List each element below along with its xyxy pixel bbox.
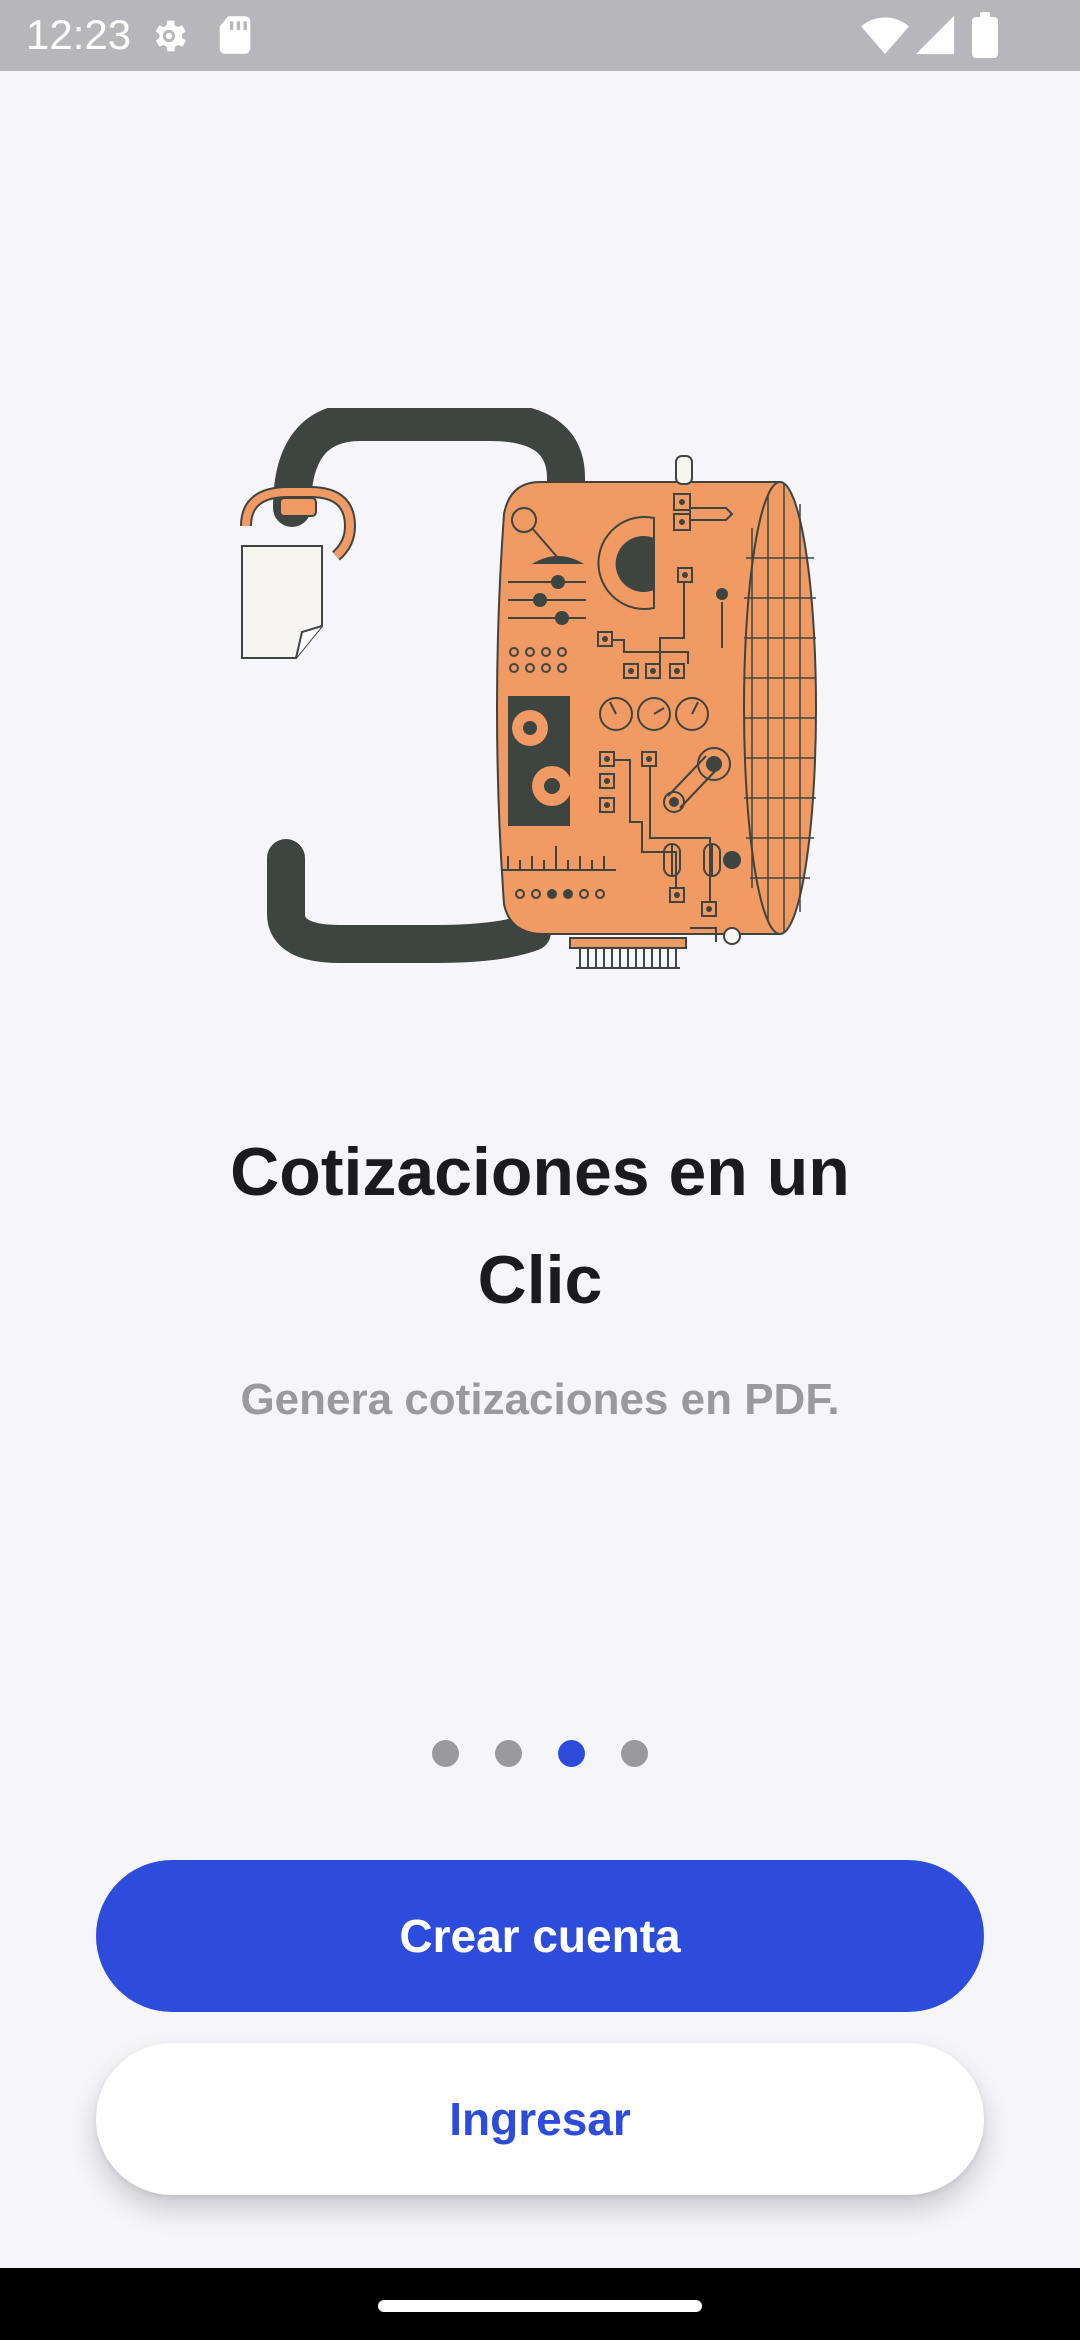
battery-icon — [972, 12, 998, 58]
page-dot[interactable] — [621, 1740, 648, 1767]
onboarding-subtitle: Genera cotizaciones en PDF. — [240, 1375, 840, 1424]
status-time: 12:23 — [26, 11, 132, 58]
page-dot[interactable] — [495, 1740, 522, 1767]
gear-icon — [155, 20, 186, 52]
status-bar: 12:23 — [0, 0, 1080, 71]
onboarding-title: Cotizaciones en un Clic — [230, 1134, 850, 1318]
page-dot-active[interactable] — [558, 1740, 585, 1767]
create-account-button[interactable]: Crear cuenta — [96, 1860, 984, 2012]
home-indicator[interactable] — [378, 2300, 702, 2312]
cell-signal-icon — [915, 15, 955, 55]
login-button[interactable]: Ingresar — [96, 2043, 984, 2195]
page-indicator — [0, 1740, 1080, 1768]
sd-card-icon — [219, 16, 251, 54]
onboarding-screen: 12:23 Cotizaciones en un Clic Genera cot… — [0, 0, 1080, 2340]
wifi-icon — [861, 17, 909, 55]
machine-illustration — [240, 408, 817, 969]
page-dot[interactable] — [432, 1740, 459, 1767]
